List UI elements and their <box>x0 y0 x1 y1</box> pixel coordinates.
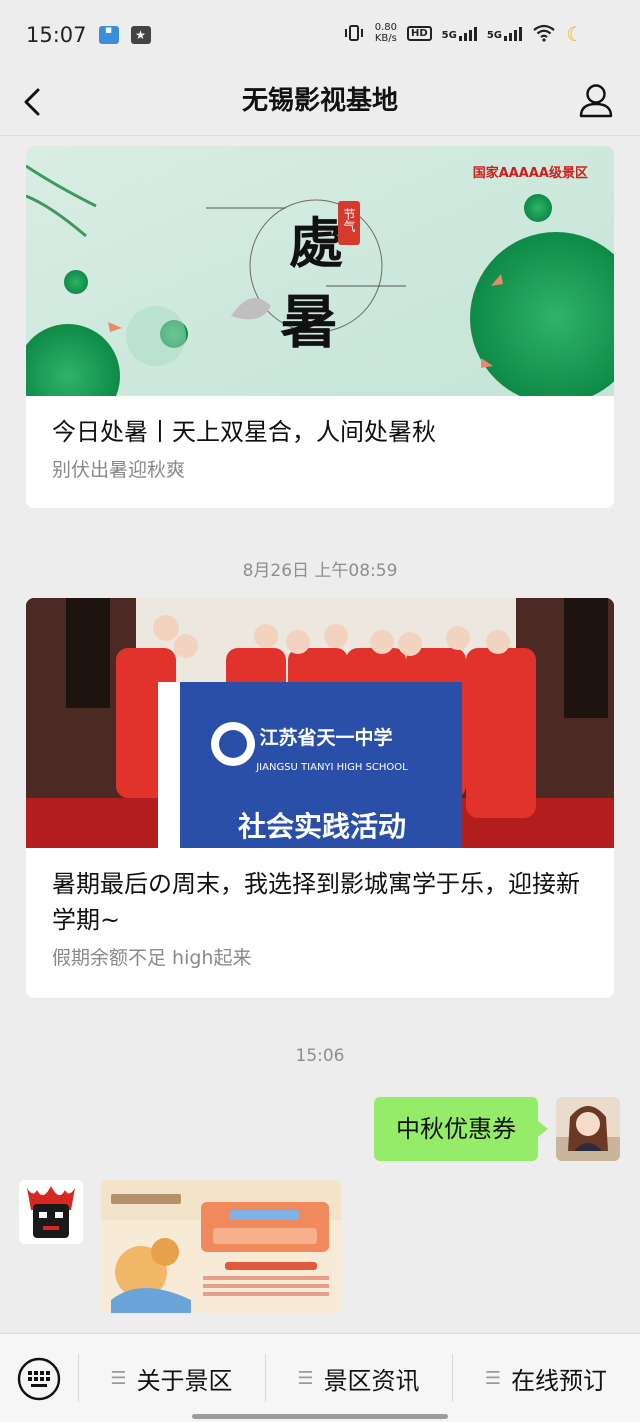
banner-tag: 国家AAAAA级景区 <box>473 165 588 181</box>
menu-lines-icon: ☰ <box>297 1368 314 1389</box>
article-card[interactable]: 處 暑 节气 国家AAAAA级景区 今日处暑丨天上双星合，人间处暑秋 别伏出暑迎… <box>26 146 614 508</box>
menu-item-news[interactable]: ☰ 景区资讯 <box>265 1334 452 1422</box>
app-notification-icon: ■ <box>98 26 119 44</box>
nav-bar: 无锡影视基地 <box>0 70 640 136</box>
timestamp: 15:06 <box>295 1046 345 1066</box>
article-title: 暑期最后の周末，我选择到影城寓学于乐，迎接新学期~ <box>52 870 580 934</box>
coupon-image <box>101 1180 341 1313</box>
banner-school-photo: 江苏省天一中学 JIANGSU TIANYI HIGH SCHOOL 社会实践活… <box>26 598 614 848</box>
menu-item-booking[interactable]: ☰ 在线预订 <box>452 1334 640 1422</box>
status-indicators: 0.80 KB/s HD 5G 5G <box>343 22 556 44</box>
profile-button[interactable] <box>574 79 618 123</box>
speed-unit: KB/s <box>374 33 397 44</box>
my-avatar[interactable] <box>556 1097 620 1161</box>
timestamp: 8月26日 上午08:59 <box>242 561 398 581</box>
signal-5g-1: 5G <box>442 25 477 41</box>
moon-icon: ☾ <box>566 22 584 46</box>
signal-bars-icon <box>504 25 522 41</box>
article-title: 今日处暑丨天上双星合，人间处暑秋 <box>52 418 436 446</box>
status-time: 15:07 <box>26 23 87 47</box>
my-message-bubble[interactable]: 中秋优惠券 <box>374 1097 548 1161</box>
menu-item-label: 景区资讯 <box>323 1367 420 1395</box>
net-label-2: 5G <box>486 30 502 41</box>
menu-item-label: 关于景区 <box>136 1367 233 1395</box>
article-subtitle: 别伏出暑迎秋爽 <box>52 459 186 481</box>
wifi-icon <box>533 24 555 42</box>
menu-item-about[interactable]: ☰ 关于景区 <box>78 1334 265 1422</box>
menu-item-label: 在线预订 <box>511 1367 608 1395</box>
calligraphy-char-2: 暑 <box>280 288 338 356</box>
signal-5g-2: 5G <box>487 25 522 41</box>
vibrate-icon <box>344 25 363 41</box>
calligraphy-char-1: 處 <box>289 211 343 275</box>
star-notification-icon: ★ <box>130 26 151 44</box>
banner-school-name-en: JIANGSU TIANYI HIGH SCHOOL <box>255 762 408 773</box>
menu-lines-icon: ☰ <box>110 1368 127 1389</box>
official-account-avatar[interactable] <box>19 1180 83 1244</box>
page-title: 无锡影视基地 <box>241 86 398 116</box>
signal-bars-icon <box>458 25 477 41</box>
bottom-menu-bar: ☰ 关于景区 ☰ 景区资讯 ☰ 在线预订 <box>0 1333 640 1422</box>
keyboard-icon <box>17 1357 61 1401</box>
hd-badge: HD <box>406 25 432 41</box>
menu-lines-icon: ☰ <box>484 1368 502 1389</box>
net-label-1: 5G <box>441 30 457 41</box>
article-subtitle: 假期余额不足 high起来 <box>52 947 252 969</box>
article-banner-image: 江苏省天一中学 JIANGSU TIANYI HIGH SCHOOL 社会实践活… <box>26 598 614 848</box>
network-speed: 0.80 KB/s <box>375 22 397 44</box>
banner-chushu: 處 暑 节气 国家AAAAA级景区 <box>26 146 614 396</box>
anime-avatar-icon <box>556 1097 620 1161</box>
article-banner-image: 處 暑 节气 国家AAAAA级景区 <box>26 146 614 396</box>
banner-activity: 社会实践活动 <box>238 810 406 843</box>
seal-text: 节气 <box>342 208 356 232</box>
article-card[interactable]: 江苏省天一中学 JIANGSU TIANYI HIGH SCHOOL 社会实践活… <box>26 598 614 998</box>
banner-school-name: 江苏省天一中学 <box>259 726 392 749</box>
user-icon <box>579 84 613 118</box>
speed-value: 0.80 <box>374 22 397 33</box>
home-indicator[interactable] <box>192 1414 448 1419</box>
keyboard-toggle-button[interactable] <box>16 1356 62 1402</box>
opera-mask-logo-icon <box>19 1180 83 1244</box>
image-message[interactable] <box>101 1180 341 1313</box>
